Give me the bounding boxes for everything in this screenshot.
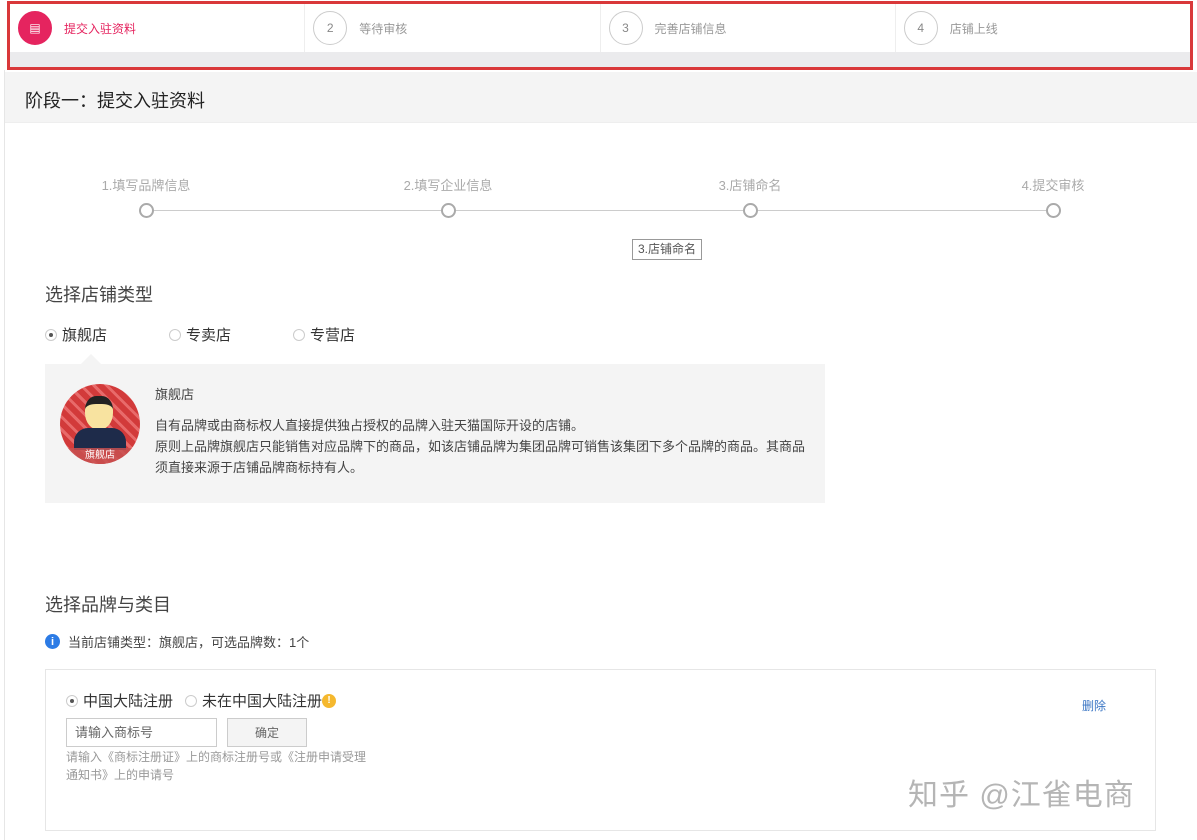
store-type-description: 旗舰店 旗舰店 自有品牌或由商标权人直接提供独占授权的品牌入驻天猫国际开设的店铺… bbox=[45, 364, 825, 503]
flagship-badge-image: 旗舰店 bbox=[60, 384, 140, 464]
radio-dot[interactable] bbox=[169, 329, 181, 341]
warning-icon[interactable]: ! bbox=[322, 694, 336, 708]
info-icon: i bbox=[45, 634, 60, 649]
info-text: 当前店铺类型：旗舰店，可选品牌数：1个 bbox=[68, 632, 309, 651]
registration-radios: 中国大陆注册 未在中国大陆注册 ! bbox=[66, 690, 336, 711]
brand-info: i 当前店铺类型：旗舰店，可选品牌数：1个 bbox=[45, 632, 309, 651]
radio-flagship[interactable]: 旗舰店 bbox=[45, 324, 107, 345]
step-number: 4 bbox=[904, 11, 938, 45]
badge-label: 旗舰店 bbox=[60, 448, 140, 464]
radio-overseas[interactable]: 未在中国大陆注册 bbox=[202, 690, 322, 711]
description-title: 旗舰店 bbox=[155, 384, 805, 405]
progress-label: 3.店铺命名 bbox=[719, 175, 782, 194]
top-step-label: 等待审核 bbox=[359, 20, 407, 37]
radio-label: 专卖店 bbox=[186, 324, 231, 345]
top-step-3: 3 完善店铺信息 bbox=[601, 4, 896, 52]
trademark-input[interactable] bbox=[66, 718, 217, 747]
delete-link[interactable]: 删除 bbox=[1082, 697, 1106, 714]
document-icon: ▤ bbox=[18, 11, 52, 45]
radio-dot[interactable] bbox=[45, 329, 57, 341]
input-hint: 请输入《商标注册证》上的商标注册号或《注册申请受理通知书》上的申请号 bbox=[66, 748, 376, 784]
radio-exclusive[interactable]: 专卖店 bbox=[169, 324, 231, 345]
store-type-radios: 旗舰店 专卖店 专营店 bbox=[45, 324, 417, 345]
confirm-button[interactable]: 确定 bbox=[227, 718, 307, 747]
top-step-bar: ▤ 提交入驻资料 2 等待审核 3 完善店铺信息 4 店铺上线 bbox=[7, 1, 1193, 70]
progress-line bbox=[146, 210, 1053, 211]
progress-label: 4.提交审核 bbox=[1022, 175, 1085, 194]
progress-node[interactable] bbox=[743, 203, 758, 218]
progress-label: 2.填写企业信息 bbox=[404, 175, 493, 194]
description-text: 原则上品牌旗舰店只能销售对应品牌下的商品，如该店铺品牌为集团品牌可销售该集团下多… bbox=[155, 436, 805, 478]
radio-label: 旗舰店 bbox=[62, 324, 107, 345]
top-step-2: 2 等待审核 bbox=[305, 4, 600, 52]
radio-specialty[interactable]: 专营店 bbox=[293, 324, 355, 345]
progress-steps: 1.填写品牌信息 2.填写企业信息 3.店铺命名 4.提交审核 bbox=[0, 170, 1197, 270]
top-step-label: 完善店铺信息 bbox=[655, 20, 727, 37]
step-number: 2 bbox=[313, 11, 347, 45]
progress-node[interactable] bbox=[441, 203, 456, 218]
progress-label: 1.填写品牌信息 bbox=[102, 175, 191, 194]
top-step-label: 提交入驻资料 bbox=[64, 20, 136, 37]
top-step-1: ▤ 提交入驻资料 bbox=[10, 4, 305, 52]
page-title: 阶段一：提交入驻资料 bbox=[5, 72, 1197, 123]
mascot-suit bbox=[74, 428, 126, 450]
description-text: 自有品牌或由商标权人直接提供独占授权的品牌入驻天猫国际开设的店铺。 bbox=[155, 415, 805, 436]
radio-dot[interactable] bbox=[66, 695, 78, 707]
top-step-label: 店铺上线 bbox=[950, 20, 998, 37]
brand-heading: 选择品牌与类目 bbox=[45, 591, 171, 617]
store-type-heading: 选择店铺类型 bbox=[45, 281, 153, 307]
radio-mainland[interactable]: 中国大陆注册 bbox=[83, 690, 173, 711]
radio-label: 专营店 bbox=[310, 324, 355, 345]
progress-node[interactable] bbox=[139, 203, 154, 218]
radio-dot[interactable] bbox=[293, 329, 305, 341]
tooltip: 3.店铺命名 bbox=[632, 239, 702, 260]
top-step-4: 4 店铺上线 bbox=[896, 4, 1190, 52]
progress-node[interactable] bbox=[1046, 203, 1061, 218]
mascot-face bbox=[85, 396, 113, 430]
watermark: 知乎 @江雀电商 bbox=[908, 770, 1135, 814]
step-number: 3 bbox=[609, 11, 643, 45]
radio-dot[interactable] bbox=[185, 695, 197, 707]
